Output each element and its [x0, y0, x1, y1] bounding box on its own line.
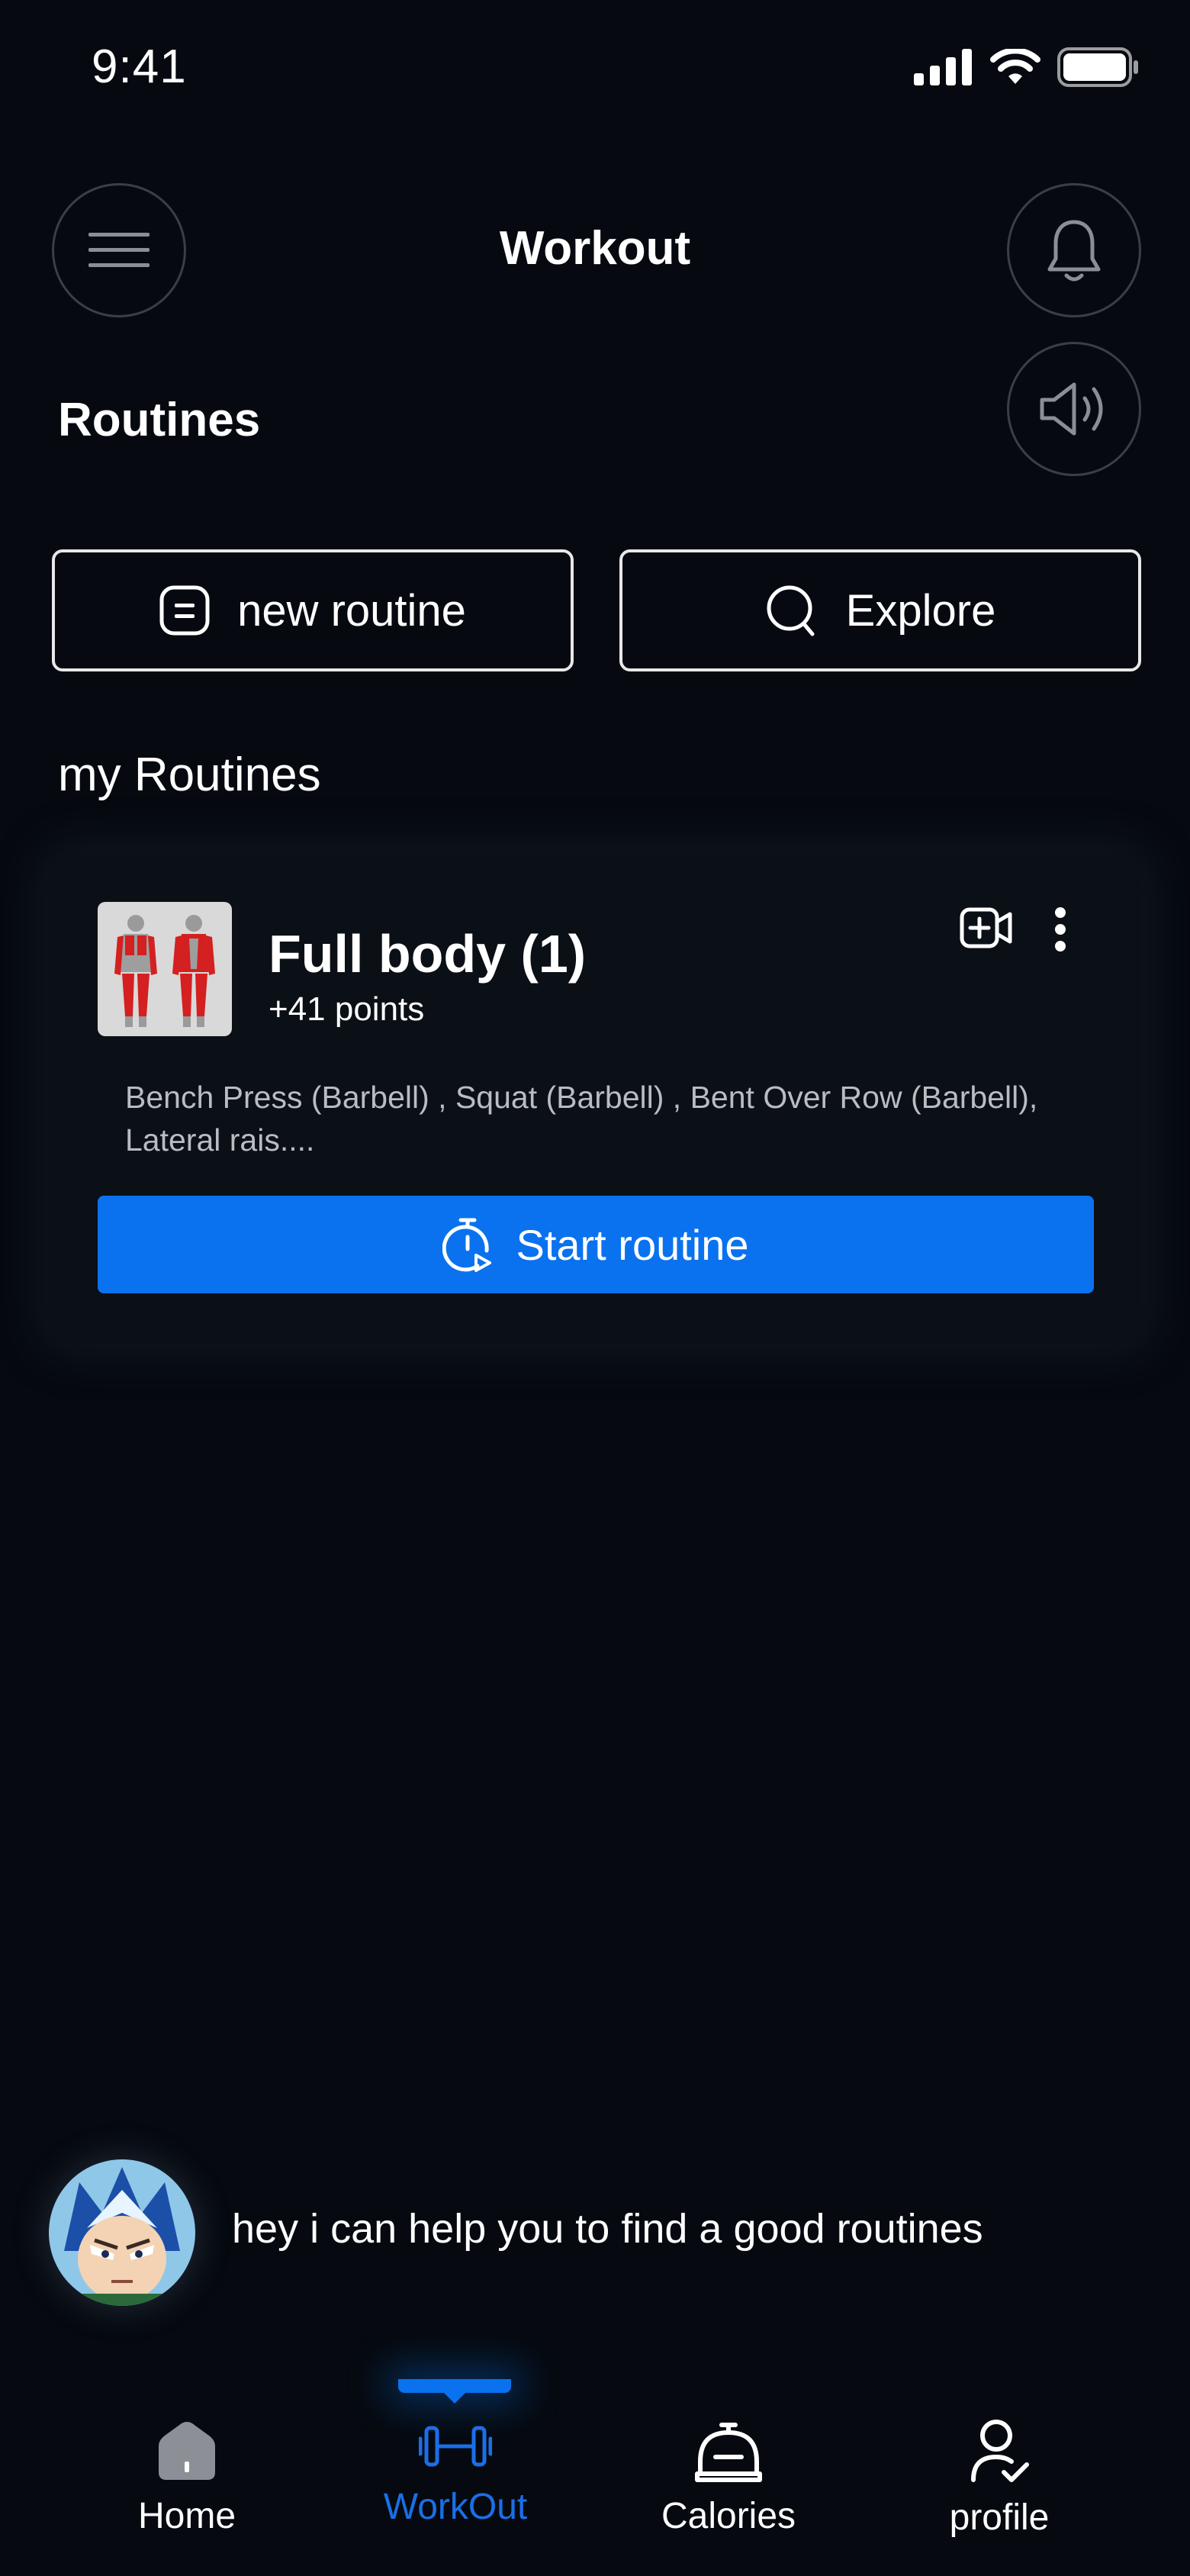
- sound-button[interactable]: [1007, 342, 1141, 476]
- nav-home[interactable]: Home: [88, 2419, 286, 2537]
- explore-button[interactable]: Explore: [619, 549, 1141, 671]
- note-icon: [159, 585, 210, 636]
- notification-button[interactable]: [1007, 183, 1141, 317]
- signal-icon: [914, 49, 972, 85]
- nav-calories-label: Calories: [661, 2496, 796, 2536]
- battery-icon: [1057, 47, 1138, 87]
- timer-play-icon: [442, 1218, 492, 1272]
- active-tab-indicator: [398, 2379, 511, 2404]
- muscle-map-thumbnail: [98, 902, 232, 1036]
- nav-workout[interactable]: WorkOut: [356, 2419, 555, 2528]
- home-icon: [159, 2422, 215, 2480]
- nav-calories[interactable]: Calories: [629, 2419, 828, 2537]
- speaker-icon: [1040, 382, 1103, 436]
- status-time: 9:41: [92, 40, 187, 93]
- nav-workout-label: WorkOut: [383, 2487, 528, 2527]
- add-video-button[interactable]: [960, 905, 1013, 955]
- dumbbell-icon: [419, 2426, 492, 2467]
- wifi-icon: [990, 49, 1040, 84]
- profile-icon: [971, 2420, 1029, 2482]
- bell-jar-icon: [695, 2423, 762, 2482]
- search-icon: [767, 585, 815, 636]
- routines-section-title: Routines: [58, 394, 261, 446]
- assistant-message: hey i can help you to find a good routin…: [232, 2206, 983, 2252]
- video-add-icon: [960, 907, 1012, 948]
- routine-name: Full body (1): [269, 924, 587, 984]
- routine-points: +41 points: [269, 990, 425, 1028]
- new-routine-label: new routine: [237, 585, 466, 636]
- start-routine-button[interactable]: Start routine: [98, 1196, 1094, 1293]
- nav-profile[interactable]: profile: [900, 2419, 1098, 2539]
- start-routine-label: Start routine: [516, 1220, 749, 1269]
- nav-profile-label: profile: [949, 2497, 1050, 2538]
- more-vertical-icon: [1055, 907, 1066, 952]
- status-icons: [914, 47, 1140, 87]
- routine-exercises: Bench Press (Barbell) , Squat (Barbell) …: [125, 1080, 1038, 1158]
- new-routine-button[interactable]: new routine: [52, 549, 574, 671]
- nav-home-label: Home: [137, 2496, 236, 2536]
- bell-icon: [1047, 220, 1101, 282]
- routine-card[interactable]: Full body (1) +41 points Bench Press (Ba…: [50, 855, 1141, 1343]
- more-options-button[interactable]: [1051, 906, 1069, 956]
- explore-label: Explore: [845, 585, 996, 636]
- assistant-avatar[interactable]: [49, 2159, 195, 2306]
- my-routines-title: my Routines: [58, 749, 321, 801]
